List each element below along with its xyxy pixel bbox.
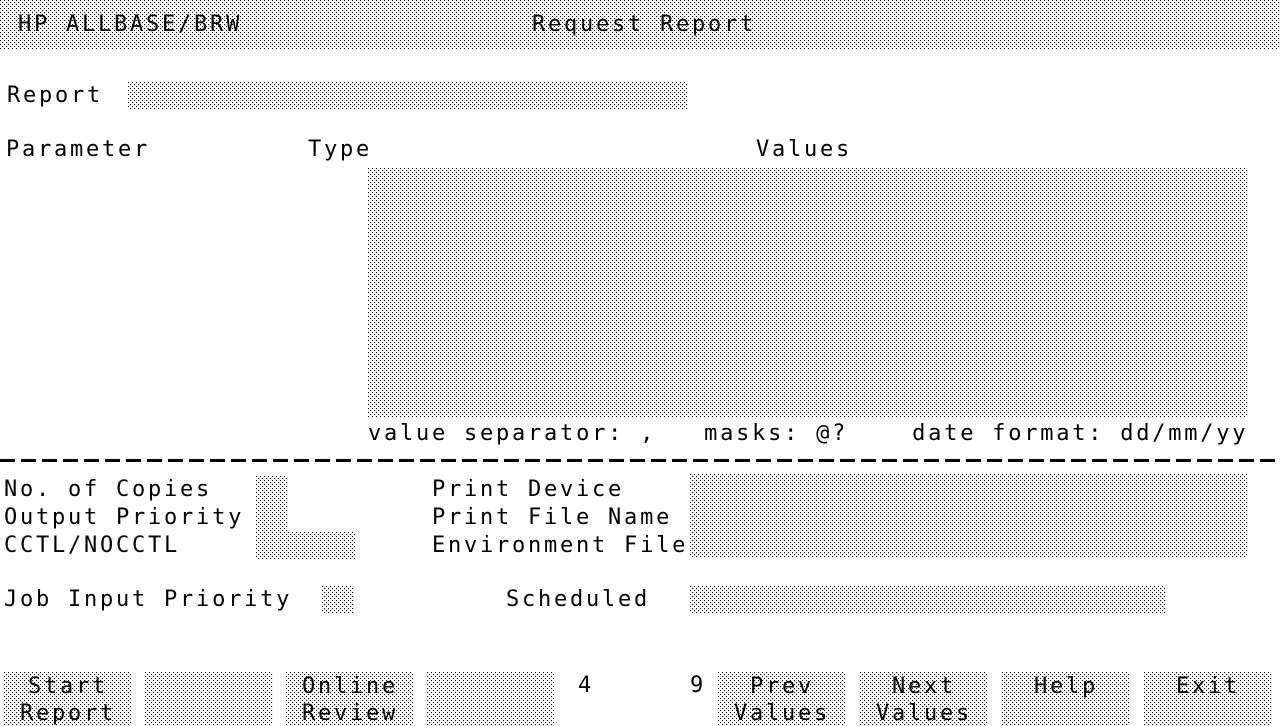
job-priority-field[interactable]: 8 [322,586,354,614]
section-separator [0,459,1280,462]
softkey-label: Prev [750,673,814,700]
softkey-label: Review [302,700,398,726]
softkey-label: Start [28,673,108,700]
report-name-field[interactable]: CUSTREP2.BRWEXEC [128,82,688,110]
softkey-label: Exit [1176,673,1240,700]
scheduled-label: Scheduled [506,586,650,614]
print-file-label: Print File Name [432,504,672,532]
cctl-label: CCTL/NOCCTL [4,532,180,560]
output-priority-field[interactable]: 8 [256,504,288,532]
softkey-row-indicator-left: 4 [578,672,594,700]
copies-field[interactable]: 1 [256,476,288,504]
softkey-exit[interactable]: Exit [1144,672,1272,726]
env-file-label: Environment File [432,532,688,560]
env-file-field[interactable] [690,530,1248,558]
print-device-field[interactable]: LP [690,474,1248,502]
softkey-help[interactable]: Help [1002,672,1130,726]
softkey-f2-blank[interactable] [145,672,273,726]
softkey-label: Help [1034,673,1098,700]
cctl-field[interactable] [256,532,356,560]
format-hint-line: value separator: , masks: @? date format… [368,420,1248,448]
softkey-label: Report [20,700,116,726]
scheduled-field[interactable] [690,586,1166,614]
print-device-label: Print Device [432,476,624,504]
softkey-next-values[interactable]: Next Values [860,672,988,726]
copies-label: No. of Copies [4,476,212,504]
softkey-online-review[interactable]: Online Review [286,672,414,726]
values-header: Values [756,136,852,164]
app-title: HP ALLBASE/BRW [18,11,242,39]
softkey-start-report[interactable]: Start Report [4,672,132,726]
print-file-field[interactable]: CUSTREP2 [690,502,1248,530]
terminal-screen: HP ALLBASE/BRW Request Report Report CUS… [0,0,1280,726]
softkey-label: Values [734,700,830,726]
report-label: Report [7,82,103,110]
softkey-f4-blank[interactable] [427,672,555,726]
output-priority-label: Output Priority [4,504,244,532]
softkey-prev-values[interactable]: Prev Values [718,672,846,726]
softkey-label: Values [876,700,972,726]
parameter-values-field[interactable] [368,168,1248,418]
softkey-label: Next [892,673,956,700]
screen-title: Request Report [532,11,756,39]
softkey-row-indicator-right: 9 [690,672,706,700]
type-header: Type [308,136,372,164]
parameter-header: Parameter [6,136,150,164]
job-priority-label: Job Input Priority [4,586,292,614]
softkey-label: Online [302,673,398,700]
